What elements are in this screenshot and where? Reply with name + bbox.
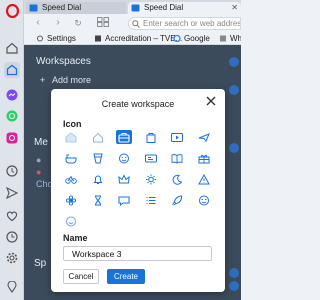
name-section-label: Name — [63, 233, 88, 243]
page-icon — [95, 35, 101, 42]
bathtub-icon[interactable] — [63, 151, 79, 165]
toggle-icon[interactable] — [229, 57, 239, 67]
section-heading-me: Me — [34, 137, 48, 148]
tab-title: Speed Dial — [144, 3, 184, 12]
add-more-link[interactable]: + Add more — [40, 75, 91, 85]
messenger-icon[interactable] — [4, 87, 20, 103]
bookmark-label: Settings — [47, 34, 76, 43]
cancel-button[interactable]: Cancel — [63, 269, 99, 284]
home-icon[interactable] — [90, 130, 106, 144]
bookmarks-bar: Settings Accreditation – TVE... Google W… — [24, 32, 241, 45]
close-icon[interactable] — [205, 95, 217, 107]
play-icon[interactable] — [169, 130, 185, 144]
hourglass-icon[interactable] — [90, 193, 106, 207]
send-icon[interactable] — [4, 185, 20, 201]
toggle-icon[interactable] — [229, 85, 239, 95]
bookmark-accreditation[interactable]: Accreditation – TVE... — [94, 33, 182, 44]
bookmark-settings[interactable]: Settings — [36, 33, 76, 44]
workspace-active-icon[interactable] — [4, 62, 20, 78]
whatsapp-icon[interactable] — [4, 108, 20, 124]
settings-gear-icon[interactable] — [4, 250, 20, 266]
plus-icon: + — [40, 75, 46, 85]
address-bar-row: ‹ › ↻ Enter search or web address — [24, 14, 241, 32]
speed-dial-icon — [29, 4, 38, 12]
workspace-name-input[interactable] — [63, 246, 212, 261]
toggle-icon[interactable] — [229, 281, 239, 291]
workspaces-heading: Workspaces — [36, 56, 91, 67]
moon-icon[interactable] — [169, 172, 185, 186]
tab-title: Speed Dial — [42, 3, 82, 12]
toggle-icon[interactable] — [229, 268, 239, 278]
add-more-label: Add more — [52, 75, 92, 85]
wink-icon[interactable] — [196, 193, 212, 207]
speed-dial-icon — [131, 4, 140, 12]
clock-icon[interactable] — [4, 229, 20, 245]
sun-icon[interactable] — [143, 172, 159, 186]
ticket-icon[interactable] — [143, 151, 159, 165]
icon-section-label: Icon — [63, 119, 82, 129]
back-icon[interactable]: ‹ — [32, 17, 44, 29]
history-clock-icon[interactable] — [4, 163, 20, 179]
bookmark-label: Google — [184, 34, 210, 43]
gift-icon[interactable] — [196, 151, 212, 165]
shopping-bag-icon[interactable] — [143, 130, 159, 144]
heart-icon[interactable] — [4, 208, 20, 224]
smiley-icon[interactable] — [116, 151, 132, 165]
settings-gear-icon — [37, 35, 43, 42]
location-pin-icon[interactable] — [4, 279, 20, 295]
smile-face-icon[interactable] — [63, 214, 79, 228]
page-icon — [220, 35, 226, 42]
create-workspace-dialog: Create workspace Icon Name C — [51, 89, 225, 292]
bookmark-label: Wh — [230, 34, 241, 43]
calculator-icon[interactable] — [90, 151, 106, 165]
tab-grid-icon[interactable] — [92, 17, 114, 29]
toggle-icon[interactable] — [229, 143, 239, 153]
home-icon[interactable] — [4, 40, 20, 56]
address-placeholder: Enter search or web address — [143, 19, 241, 28]
google-icon — [173, 35, 181, 42]
briefcase-icon[interactable] — [116, 130, 132, 144]
bookmark-wh[interactable]: Wh — [219, 33, 241, 44]
instagram-small-icon: ● — [36, 167, 42, 177]
tab-speed-dial-2[interactable]: Speed Dial ✕ — [128, 2, 241, 14]
crown-icon[interactable] — [116, 172, 132, 186]
opera-logo-icon[interactable] — [4, 3, 20, 19]
bookmark-label: Accreditation – TVE... — [105, 34, 183, 43]
house-icon[interactable] — [63, 130, 79, 144]
book-icon[interactable] — [169, 151, 185, 165]
list-icon[interactable] — [143, 193, 159, 207]
section-heading-sp: Sp — [34, 258, 47, 269]
instagram-icon[interactable] — [4, 130, 20, 146]
search-icon — [132, 20, 140, 28]
dialog-title: Create workspace — [101, 99, 175, 109]
tab-strip: Speed Dial Speed Dial ✕ — [24, 0, 241, 14]
forward-icon[interactable]: › — [52, 17, 64, 29]
create-button[interactable]: Create — [107, 269, 145, 284]
airplane-icon[interactable] — [196, 130, 212, 144]
triangle-warning-icon[interactable] — [196, 172, 212, 186]
rocket-icon[interactable] — [169, 193, 185, 207]
flower-icon[interactable] — [63, 193, 79, 207]
bicycle-icon[interactable] — [63, 172, 79, 186]
address-input[interactable]: Enter search or web address — [128, 17, 241, 30]
bookmark-google[interactable]: Google — [173, 33, 210, 44]
tab-speed-dial-1[interactable]: Speed Dial — [26, 2, 126, 14]
bell-icon[interactable] — [90, 172, 106, 186]
reload-icon[interactable]: ↻ — [72, 17, 84, 29]
close-tab-icon[interactable]: ✕ — [231, 2, 238, 14]
chat-icon[interactable] — [116, 193, 132, 207]
messenger-small-icon: ● — [36, 155, 42, 165]
sidebar — [0, 0, 24, 300]
